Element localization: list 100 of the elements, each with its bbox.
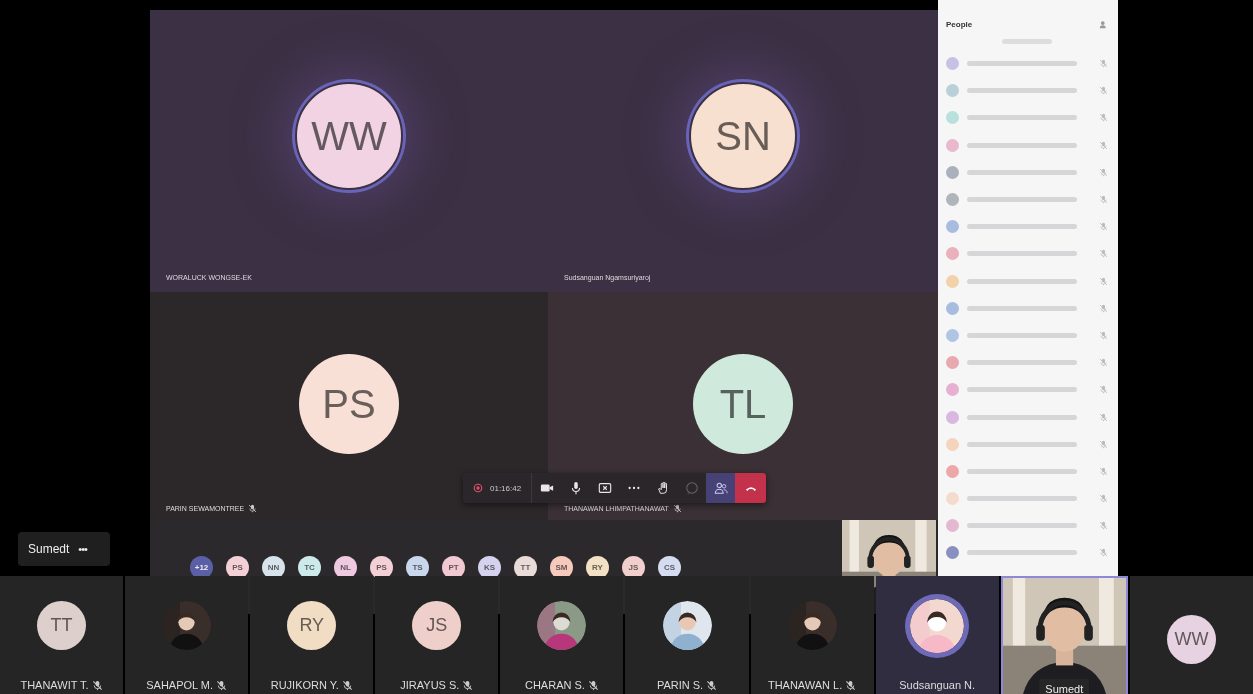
avatar[interactable] <box>946 410 959 424</box>
mic-off-icon <box>216 679 228 691</box>
participant-tile[interactable]: TT THANAWIT T. <box>0 576 124 694</box>
avatar: PS <box>226 555 249 579</box>
participant-tile[interactable]: Sudsanguan N. <box>875 576 999 694</box>
mic-off-icon <box>1099 86 1108 96</box>
avatar[interactable] <box>946 492 959 506</box>
blurred-text <box>1002 39 1052 44</box>
more-button[interactable]: ••• <box>78 543 87 555</box>
people-button[interactable] <box>706 473 736 503</box>
participant-tile[interactable]: JS JIRAYUS S. <box>375 576 499 694</box>
avatar[interactable] <box>946 193 959 207</box>
avatar: TL <box>693 354 793 454</box>
self-name: Sumedt <box>28 542 70 556</box>
avatar[interactable] <box>946 519 959 533</box>
participant-tile[interactable]: RY RUJIKORN Y. <box>250 576 374 694</box>
avatar: JS <box>412 601 462 651</box>
avatar: PS <box>370 555 393 579</box>
avatar: TS <box>406 555 429 579</box>
mic-off-icon <box>1099 195 1108 205</box>
call-timer: 01:16:42 <box>490 483 522 493</box>
participant-name: SAHAPOL M. <box>146 679 214 692</box>
avatar[interactable] <box>946 165 959 179</box>
avatar[interactable] <box>946 546 959 560</box>
mic-off-icon <box>845 679 857 691</box>
avatar: SN <box>689 82 797 190</box>
mic-off-icon <box>1099 222 1108 232</box>
participant-name: PARIN S. <box>656 679 704 692</box>
avatar[interactable] <box>946 57 959 71</box>
mic-off-icon <box>91 679 103 691</box>
mic-off-icon <box>1099 548 1108 558</box>
avatar[interactable] <box>946 301 959 315</box>
avatar[interactable] <box>946 383 959 397</box>
avatar[interactable] <box>946 356 959 370</box>
participant-name: Sumedt <box>1039 679 1090 694</box>
mic-off-icon <box>1099 521 1108 531</box>
avatar: TT <box>514 555 537 579</box>
avatar: RY <box>287 601 337 651</box>
avatar[interactable] <box>946 437 959 451</box>
overflow-count-badge[interactable]: +12 <box>190 555 213 579</box>
mic-off-icon <box>1099 59 1108 69</box>
mic-off-icon <box>462 679 474 691</box>
mic-off-icon <box>1099 358 1108 368</box>
mic-off-icon <box>1099 494 1108 504</box>
avatar: NN <box>262 555 285 579</box>
hand-icon <box>655 481 670 495</box>
participant-name: THANAWAN L. <box>767 679 843 692</box>
avatar: PT <box>442 555 465 579</box>
mic-off-icon <box>248 503 258 513</box>
avatar[interactable] <box>946 274 959 288</box>
avatar[interactable] <box>946 328 959 342</box>
mic-off-icon <box>1099 113 1108 123</box>
mic-off-icon <box>672 503 682 513</box>
mic-off-icon <box>1099 439 1108 449</box>
avatar[interactable] <box>946 138 959 152</box>
participant-tile[interactable]: CHARAN S. <box>500 576 624 694</box>
avatar: JS <box>622 555 645 579</box>
avatar: RY <box>586 555 609 579</box>
avatar: PS <box>299 354 399 454</box>
avatar: SM <box>550 555 573 579</box>
avatar[interactable] <box>946 220 959 234</box>
avatar[interactable] <box>946 464 959 478</box>
mic-off-icon <box>341 679 353 691</box>
avatar: KS <box>478 555 501 579</box>
avatar: CS <box>658 555 681 579</box>
participant-tile[interactable]: Sumedt <box>1000 576 1128 694</box>
hangup-button[interactable] <box>735 473 767 503</box>
mic-off-icon <box>587 679 599 691</box>
mic-off-icon <box>1099 330 1108 340</box>
participant-name: Sudsanguan N. <box>899 679 976 692</box>
chat-icon <box>684 481 699 495</box>
avatar: WW <box>1166 615 1216 665</box>
avatar[interactable] <box>946 84 959 98</box>
avatar[interactable] <box>946 111 959 125</box>
participant-tile[interactable]: SAHAPOL M. <box>125 576 249 694</box>
panel-title: People <box>946 20 973 29</box>
avatar: NL <box>334 555 357 579</box>
add-person-icon[interactable] <box>1099 20 1108 29</box>
self-name-pill[interactable]: Sumedt ••• <box>18 532 110 566</box>
avatar: TT <box>37 601 87 651</box>
mic-off-icon <box>1099 303 1108 313</box>
participant-name: JIRAYUS S. <box>400 679 460 692</box>
mic-off-icon <box>1099 276 1108 286</box>
recording-icon <box>473 483 483 493</box>
avatar[interactable] <box>946 247 959 261</box>
participant-tile[interactable]: PARIN S. <box>625 576 749 694</box>
participant-name: THANAWIT T. <box>20 679 89 692</box>
mic-off-icon <box>706 679 718 691</box>
avatar: TC <box>298 555 321 579</box>
participant-tile[interactable]: WW <box>1129 576 1253 694</box>
participant-name: CHARAN S. <box>524 679 585 692</box>
participant-tile[interactable]: THANAWAN L. <box>750 576 874 694</box>
mic-off-icon <box>1099 412 1108 422</box>
share-screen-icon <box>597 481 612 495</box>
avatar: WW <box>295 82 403 190</box>
people-icon <box>713 481 728 495</box>
mic-off-icon <box>1099 249 1108 259</box>
mic-off-icon <box>1099 385 1108 395</box>
mic-off-icon <box>1099 466 1108 476</box>
mic-off-icon <box>1099 167 1108 177</box>
